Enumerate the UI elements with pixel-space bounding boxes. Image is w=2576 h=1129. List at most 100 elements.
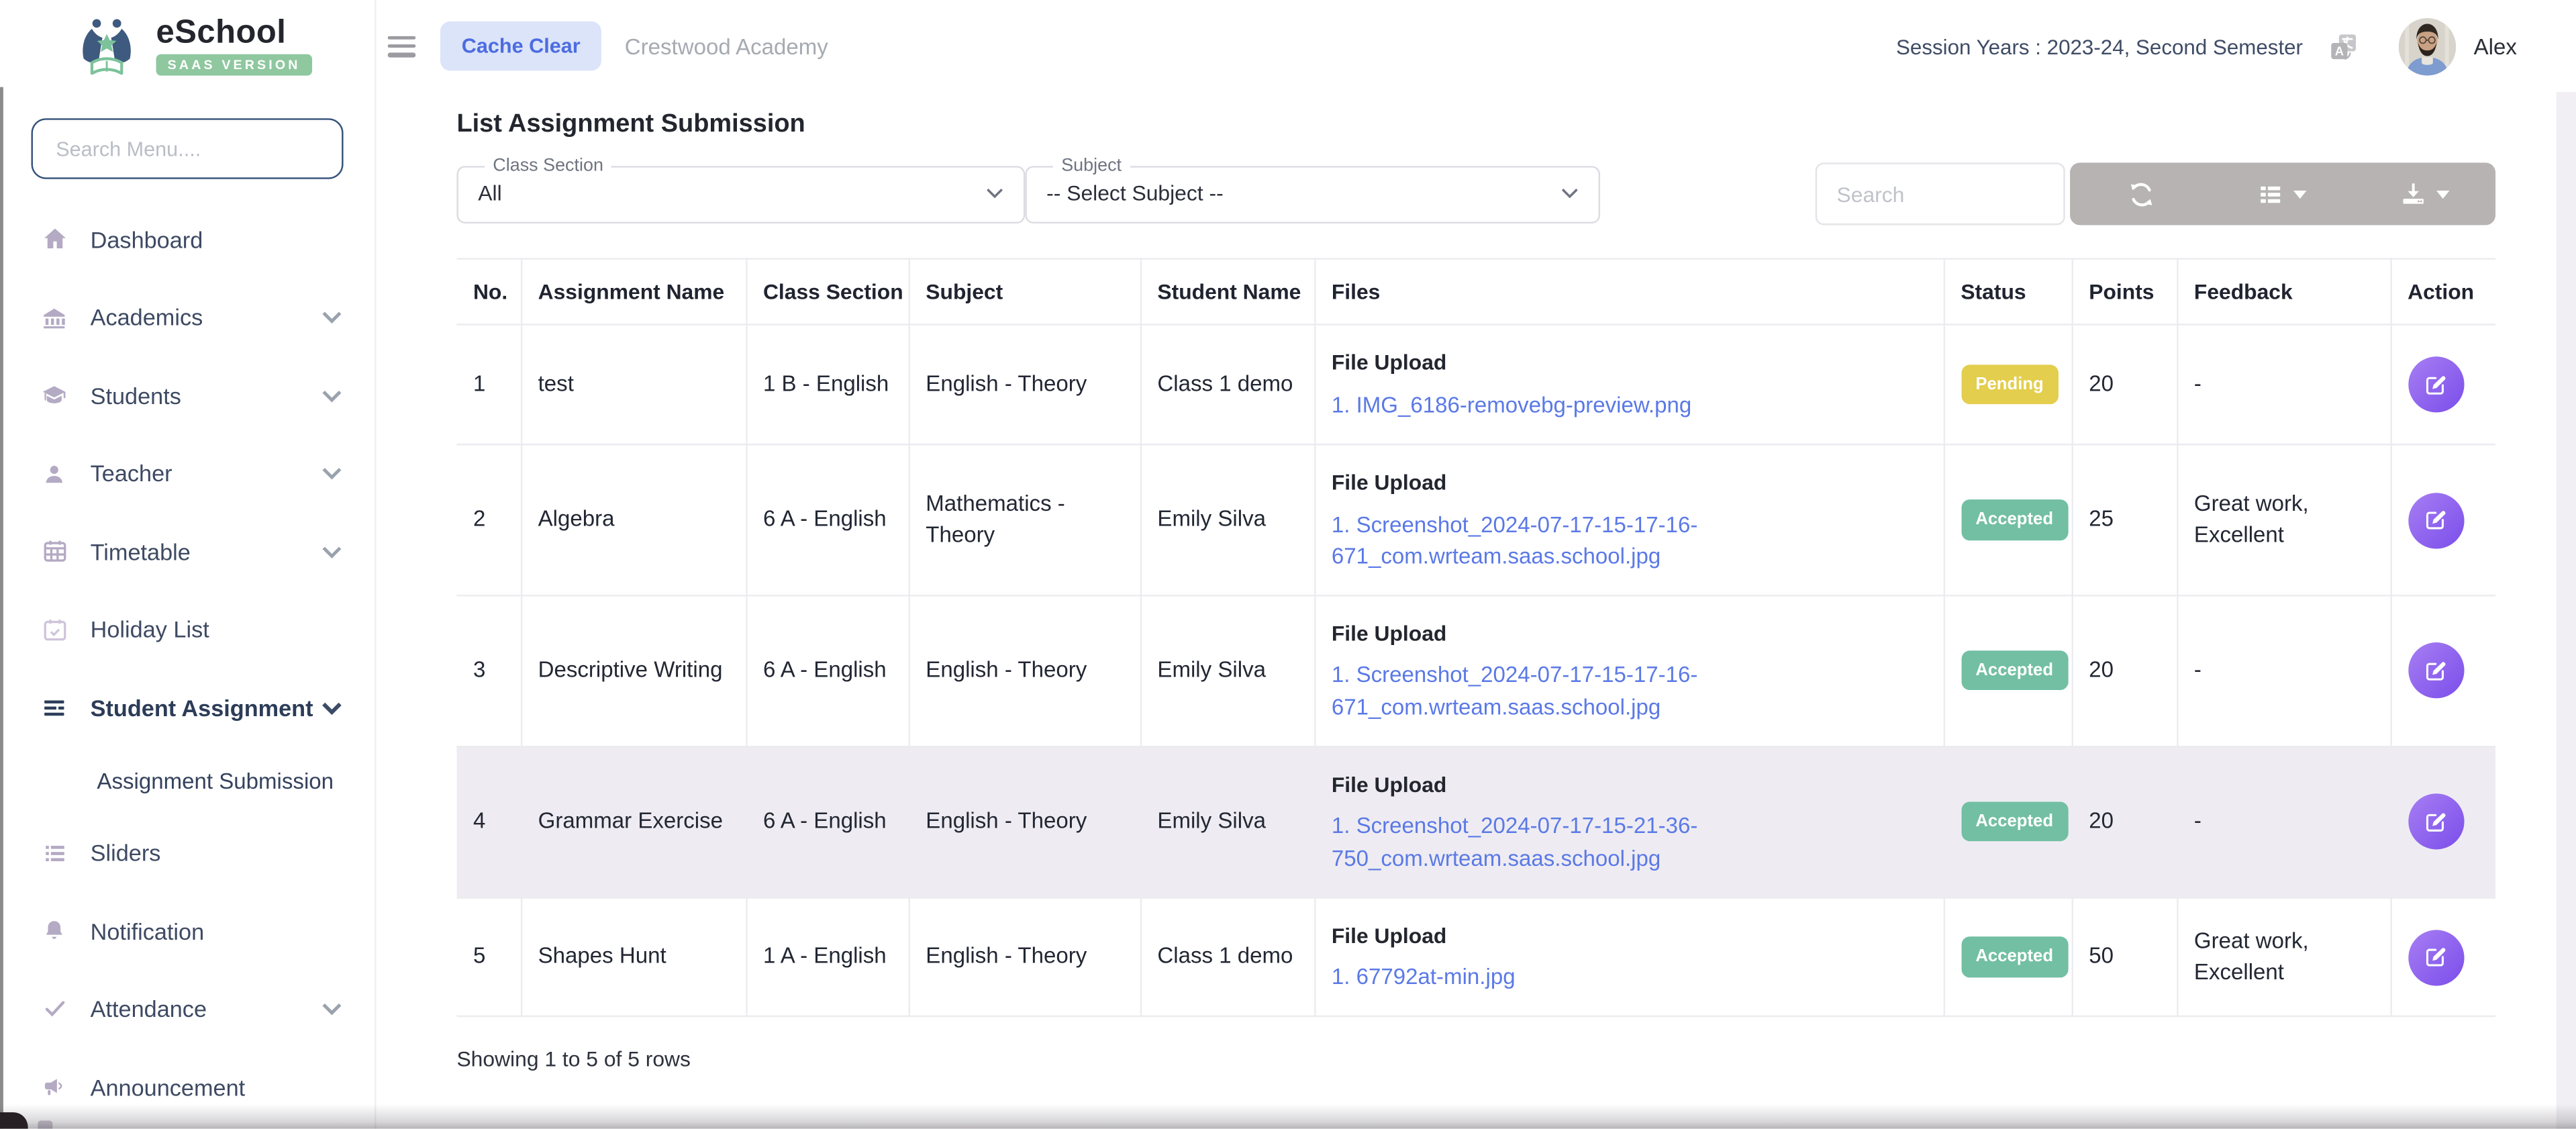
cell-status: Accepted (1944, 595, 2072, 746)
file-link[interactable]: 1. Screenshot_2024-07-17-15-17-16-671_co… (1332, 509, 1926, 572)
column-header-student-name: Student Name (1140, 259, 1314, 325)
cell-points: 20 (2072, 746, 2177, 897)
sidebar-item-label: Notification (91, 918, 205, 944)
translate-icon[interactable]: A (2328, 30, 2359, 62)
cell-points: 20 (2072, 595, 2177, 746)
cell-status: Accepted (1944, 444, 2072, 595)
page-title: List Assignment Submission (456, 110, 2495, 140)
sidebar-item-label: Dashboard (91, 226, 203, 252)
sidebar-item-sliders[interactable]: Sliders (0, 814, 375, 892)
pagination-summary: Showing 1 to 5 of 5 rows (456, 1047, 2495, 1072)
filters-row: Class Section All Subject -- Select Subj… (456, 156, 2495, 226)
sidebar-item-attendance[interactable]: Attendance (0, 970, 375, 1048)
sidebar-search-input[interactable] (32, 118, 344, 179)
cell-status: Accepted (1944, 897, 2072, 1017)
column-header-status: Status (1944, 259, 2072, 325)
cell-class-section: 6 A - English (746, 444, 908, 595)
cell-no: 3 (456, 595, 520, 746)
sidebar-item-label: Teacher (91, 460, 172, 487)
chevron-down-icon (322, 545, 342, 558)
edit-submission-button[interactable] (2408, 492, 2463, 548)
cell-no: 4 (456, 746, 520, 897)
cell-feedback: - (2177, 746, 2390, 897)
columns-toggle-button[interactable] (2212, 163, 2353, 226)
sidebar-item-timetable[interactable]: Timetable (0, 513, 375, 591)
sidebar-item-teacher[interactable]: Teacher (0, 434, 375, 512)
brand-badge: SAAS VERSION (156, 54, 312, 76)
cache-clear-button[interactable]: Cache Clear (440, 21, 602, 70)
cell-action (2390, 444, 2495, 595)
sidebar-item-announcement[interactable]: Announcement (0, 1048, 375, 1126)
caret-down-icon (2294, 191, 2308, 199)
session-years-label: Session Years : 2023-24, Second Semester (1896, 34, 2303, 58)
status-badge: Accepted (1961, 651, 2068, 691)
sidebar-item-student-assignment[interactable]: Student Assignment (0, 669, 375, 746)
topbar: Cache Clear Crestwood Academy Session Ye… (377, 0, 2576, 92)
export-button[interactable] (2354, 163, 2495, 226)
list-icon (40, 841, 69, 866)
file-upload-label: File Upload (1332, 349, 1926, 378)
file-link[interactable]: 1. Screenshot_2024-07-17-15-17-16-671_co… (1332, 660, 1926, 723)
cell-class-section: 1 B - English (746, 325, 908, 444)
scrollbar-track[interactable] (2557, 92, 2576, 1128)
sidebar-item-holiday-list[interactable]: Holiday List (0, 591, 375, 669)
sidebar-item-label: Timetable (91, 538, 191, 564)
user-avatar[interactable] (2398, 17, 2456, 75)
download-icon (2400, 181, 2426, 207)
eschool-logo-icon (72, 15, 142, 77)
status-badge: Accepted (1961, 802, 2068, 842)
edit-submission-button[interactable] (2408, 357, 2463, 413)
sidebar-item-dashboard[interactable]: Dashboard (0, 201, 375, 279)
cell-subject: English - Theory (909, 897, 1140, 1017)
cell-assignment-name: Grammar Exercise (521, 746, 746, 897)
refresh-button[interactable] (2070, 163, 2212, 226)
class-section-select[interactable]: Class Section All (456, 156, 1025, 224)
sidebar-subitem-assignment-submission[interactable]: Assignment Submission (0, 746, 375, 814)
status-badge: Pending (1961, 365, 2058, 405)
status-badge: Accepted (1961, 937, 2068, 977)
brand-logo: eSchool SAAS VERSION (0, 0, 375, 92)
file-link[interactable]: 1. Screenshot_2024-07-17-15-21-36-750_co… (1332, 811, 1926, 874)
cell-subject: English - Theory (909, 746, 1140, 897)
sidebar-item-students[interactable]: Students (0, 356, 375, 434)
cell-action (2390, 897, 2495, 1017)
cell-status: Accepted (1944, 746, 2072, 897)
cell-student-name: Emily Silva (1140, 444, 1314, 595)
column-header-no: No. (456, 259, 520, 325)
hamburger-menu-icon[interactable] (388, 36, 416, 57)
chevron-down-icon (322, 389, 342, 402)
refresh-icon (2127, 181, 2155, 209)
edit-submission-button[interactable] (2408, 643, 2463, 699)
table-toolbar (2070, 163, 2495, 226)
cell-feedback: - (2177, 325, 2390, 444)
cell-action (2390, 746, 2495, 897)
sidebar-item-label: Academics (91, 304, 203, 330)
edit-submission-button[interactable] (2408, 929, 2463, 985)
subject-label: Subject (1053, 156, 1130, 176)
subject-value: -- Select Subject -- (1046, 181, 1224, 205)
status-badge: Accepted (1961, 500, 2068, 540)
academics-icon (40, 303, 69, 332)
cell-student-name: Class 1 demo (1140, 325, 1314, 444)
table-columns-icon (2258, 182, 2284, 207)
assignment-submission-table: No. Assignment Name Class Section Subjec… (456, 258, 2495, 1018)
sidebar-item-academics[interactable]: Academics (0, 279, 375, 356)
edit-submission-button[interactable] (2408, 794, 2463, 850)
subject-select[interactable]: Subject -- Select Subject -- (1025, 156, 1600, 224)
table-row: 4 Grammar Exercise 6 A - English English… (456, 746, 2495, 897)
column-header-files: Files (1314, 259, 1943, 325)
chevron-down-icon (322, 1003, 342, 1016)
table-search-input[interactable] (1816, 163, 2065, 226)
caret-down-icon (2436, 191, 2449, 199)
chevron-down-icon (986, 178, 1004, 207)
file-link[interactable]: 1. 67792at-min.jpg (1332, 961, 1926, 993)
sidebar-item-label: Attendance (91, 996, 207, 1022)
cell-assignment-name: Shapes Hunt (521, 897, 746, 1017)
file-link[interactable]: 1. IMG_6186-removebg-preview.png (1332, 389, 1926, 421)
cell-subject: English - Theory (909, 325, 1140, 444)
cell-class-section: 6 A - English (746, 746, 908, 897)
cell-subject: Mathematics - Theory (909, 444, 1140, 595)
column-header-subject: Subject (909, 259, 1140, 325)
user-name: Alex (2474, 34, 2517, 58)
sidebar-item-notification[interactable]: Notification (0, 892, 375, 970)
